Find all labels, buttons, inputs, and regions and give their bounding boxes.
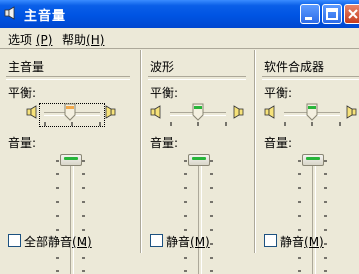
title-rule [6, 76, 130, 80]
balance-label: 平衡: [150, 86, 179, 100]
volume-ticks-right [82, 160, 85, 272]
volume-track [70, 156, 74, 274]
volume-label: 音量: [264, 136, 293, 150]
menu-bar: 选项 (P) 帮助(H) [0, 28, 359, 49]
volume-ticks-left [184, 160, 187, 272]
volume-ticks-right [210, 160, 213, 272]
maximize-icon [326, 8, 338, 20]
channel-title: 主音量 [8, 60, 45, 74]
menu-options[interactable]: 选项 (P) [8, 31, 52, 48]
balance-thumb[interactable] [192, 103, 204, 121]
maximize-button[interactable] [322, 4, 342, 24]
volume-thumb[interactable] [60, 154, 82, 166]
volume-label: 音量: [8, 136, 37, 150]
title-rule [262, 76, 359, 80]
close-button[interactable] [344, 4, 359, 24]
speaker-left-icon [150, 105, 161, 119]
close-icon [348, 9, 358, 19]
speaker-app-icon [4, 6, 15, 20]
volume-ticks-right [324, 160, 327, 272]
balance-label: 平衡: [264, 86, 293, 100]
window-title: 主音量 [24, 9, 67, 24]
balance-thumb[interactable] [64, 103, 76, 121]
mute-checkbox[interactable] [264, 234, 277, 247]
channel-title: 软件合成器 [264, 60, 325, 74]
mute-label[interactable]: 静音(M) [280, 233, 324, 250]
speaker-right-icon [105, 105, 116, 119]
mute-all-label[interactable]: 全部静音(M) [24, 233, 92, 250]
mute-all-checkbox[interactable] [8, 234, 21, 247]
volume-track [198, 156, 202, 274]
speaker-left-icon [26, 105, 37, 119]
volume-ticks-left [298, 160, 301, 272]
volume-label: 音量: [150, 136, 179, 150]
balance-label: 平衡: [8, 86, 37, 100]
volume-thumb[interactable] [302, 154, 324, 166]
menu-help[interactable]: 帮助(H) [62, 31, 104, 48]
balance-ticks [44, 122, 101, 126]
channel-wave: 波形 平衡: 音量: 静音(M) [142, 50, 254, 274]
title-rule [148, 76, 246, 80]
balance-ticks [170, 122, 227, 126]
channel-title: 波形 [150, 60, 175, 74]
speaker-right-icon [233, 105, 244, 119]
speaker-right-icon [346, 105, 357, 119]
minimize-button[interactable] [300, 4, 320, 24]
channel-master: 主音量 平衡: 音量: 全部静音(M) [0, 50, 140, 274]
channel-sw-synth: 软件合成器 平衡: 音量: 静音(M) [256, 50, 359, 274]
mute-checkbox[interactable] [150, 234, 163, 247]
volume-thumb[interactable] [188, 154, 210, 166]
menu-separator [0, 48, 359, 49]
title-bar[interactable]: 主音量 [0, 0, 359, 28]
mute-label[interactable]: 静音(M) [166, 233, 210, 250]
minimize-icon [305, 17, 312, 20]
volume-track [312, 156, 316, 274]
volume-ticks-left [56, 160, 59, 272]
balance-ticks [284, 122, 341, 126]
speaker-left-icon [264, 105, 275, 119]
balance-thumb[interactable] [306, 103, 318, 121]
